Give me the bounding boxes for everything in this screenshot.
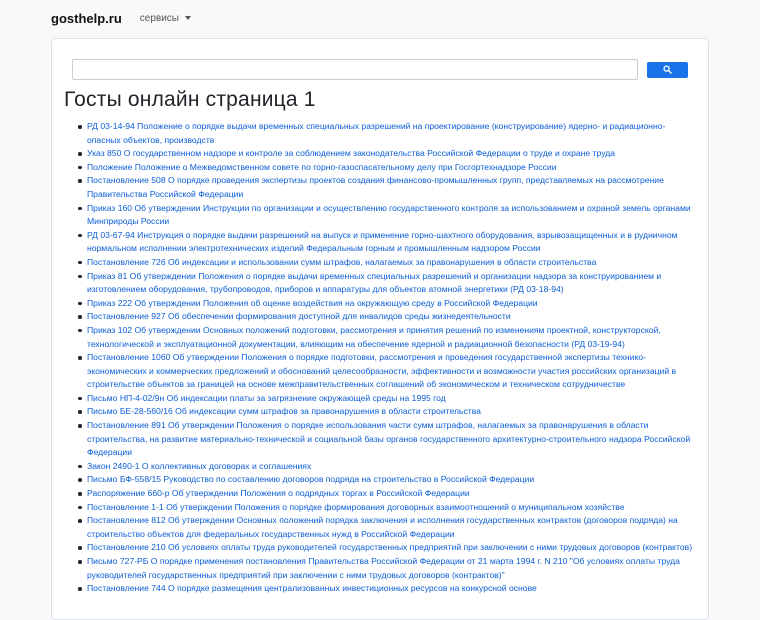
list-item: РД 03-14-94 Положение о порядке выдачи в… [78, 120, 699, 147]
document-link[interactable]: Письмо 727-РБ О порядке применения поста… [87, 556, 680, 580]
list-item: Постановление 508 О порядке проведения э… [78, 174, 699, 201]
document-link[interactable]: Закон 2490-1 О коллективных договорах и … [87, 461, 311, 471]
document-link[interactable]: Письмо НП-4-02/9н Об индексации платы за… [87, 393, 446, 403]
document-link[interactable]: РД 03-67-94 Инструкция о порядке выдачи … [87, 230, 678, 254]
document-link[interactable]: Постановление 812 Об утверждении Основны… [87, 515, 678, 539]
list-item: РД 03-67-94 Инструкция о порядке выдачи … [78, 229, 699, 256]
list-item: Положение Положение о Межведомственном с… [78, 161, 699, 175]
list-item: Приказ 81 Об утверждении Положения о пор… [78, 270, 699, 297]
list-item: Постановление 726 Об индексации и исполь… [78, 256, 699, 270]
list-item: Письмо БФ-558/15 Руководство по составле… [78, 473, 699, 487]
list-item: Приказ 102 Об утверждении Основных полож… [78, 324, 699, 351]
site-logo-link[interactable]: gosthelp.ru [51, 11, 122, 26]
document-link[interactable]: Постановление 726 Об индексации и исполь… [87, 257, 596, 267]
search-button[interactable] [647, 61, 688, 78]
search-input[interactable] [72, 59, 638, 80]
services-label: сервисы [139, 12, 179, 24]
document-link[interactable]: Распоряжение 660-р Об утверждении Положе… [87, 488, 470, 498]
list-item: Постановление 1060 Об утверждении Положе… [78, 351, 699, 392]
search-bar [72, 59, 688, 80]
document-link[interactable]: Положение Положение о Межведомственном с… [87, 162, 557, 172]
list-item: Приказ 160 Об утверждении Инструкции по … [78, 202, 699, 229]
page-title: Госты онлайн страница 1 [64, 88, 316, 111]
list-item: Постановление 927 Об обеспечении формиро… [78, 310, 699, 324]
document-link[interactable]: Приказ 222 Об утверждении Положения об о… [87, 298, 538, 308]
list-item: Постановление 1-1 Об утверждении Положен… [78, 501, 699, 515]
list-item: Закон 2490-1 О коллективных договорах и … [78, 460, 699, 474]
document-link[interactable]: Приказ 102 Об утверждении Основных полож… [87, 325, 661, 349]
document-link[interactable]: Постановление 1060 Об утверждении Положе… [87, 352, 676, 389]
content-card: Госты онлайн страница 1 РД 03-14-94 Поло… [51, 38, 709, 620]
top-navbar: gosthelp.ru сервисы [0, 0, 760, 36]
list-item: Указ 850 О государственном надзоре и кон… [78, 147, 699, 161]
document-link[interactable]: Постановление 210 Об условиях оплаты тру… [87, 542, 692, 552]
documents-list: РД 03-14-94 Положение о порядке выдачи в… [78, 120, 699, 596]
list-item: Письмо НП-4-02/9н Об индексации платы за… [78, 392, 699, 406]
document-link[interactable]: Постановление 927 Об обеспечении формиро… [87, 311, 511, 321]
list-item: Приказ 222 Об утверждении Положения об о… [78, 297, 699, 311]
document-link[interactable]: Письмо БФ-558/15 Руководство по составле… [87, 474, 534, 484]
list-item: Постановление 891 Об утверждении Положен… [78, 419, 699, 460]
services-dropdown[interactable]: сервисы [140, 13, 191, 24]
document-link[interactable]: Письмо БЕ-28-560/16 Об индексации сумм ш… [87, 406, 481, 416]
document-link[interactable]: Приказ 81 Об утверждении Положения о пор… [87, 271, 661, 295]
document-link[interactable]: Постановление 891 Об утверждении Положен… [87, 420, 690, 457]
list-item: Письмо 727-РБ О порядке применения поста… [78, 555, 699, 582]
list-item: Письмо БЕ-28-560/16 Об индексации сумм ш… [78, 405, 699, 419]
document-link[interactable]: Указ 850 О государственном надзоре и кон… [87, 148, 615, 158]
document-link[interactable]: Постановление 1-1 Об утверждении Положен… [87, 502, 625, 512]
document-link[interactable]: Приказ 160 Об утверждении Инструкции по … [87, 203, 691, 227]
search-icon [663, 65, 672, 74]
document-link[interactable]: РД 03-14-94 Положение о порядке выдачи в… [87, 121, 665, 145]
list-item: Постановление 210 Об условиях оплаты тру… [78, 541, 699, 555]
list-item: Постановление 812 Об утверждении Основны… [78, 514, 699, 541]
caret-down-icon [185, 16, 191, 20]
document-link[interactable]: Постановление 508 О порядке проведения э… [87, 175, 664, 199]
list-item: Постановление 744 О порядке размещения ц… [78, 582, 699, 596]
list-item: Распоряжение 660-р Об утверждении Положе… [78, 487, 699, 501]
document-link[interactable]: Постановление 744 О порядке размещения ц… [87, 583, 537, 593]
